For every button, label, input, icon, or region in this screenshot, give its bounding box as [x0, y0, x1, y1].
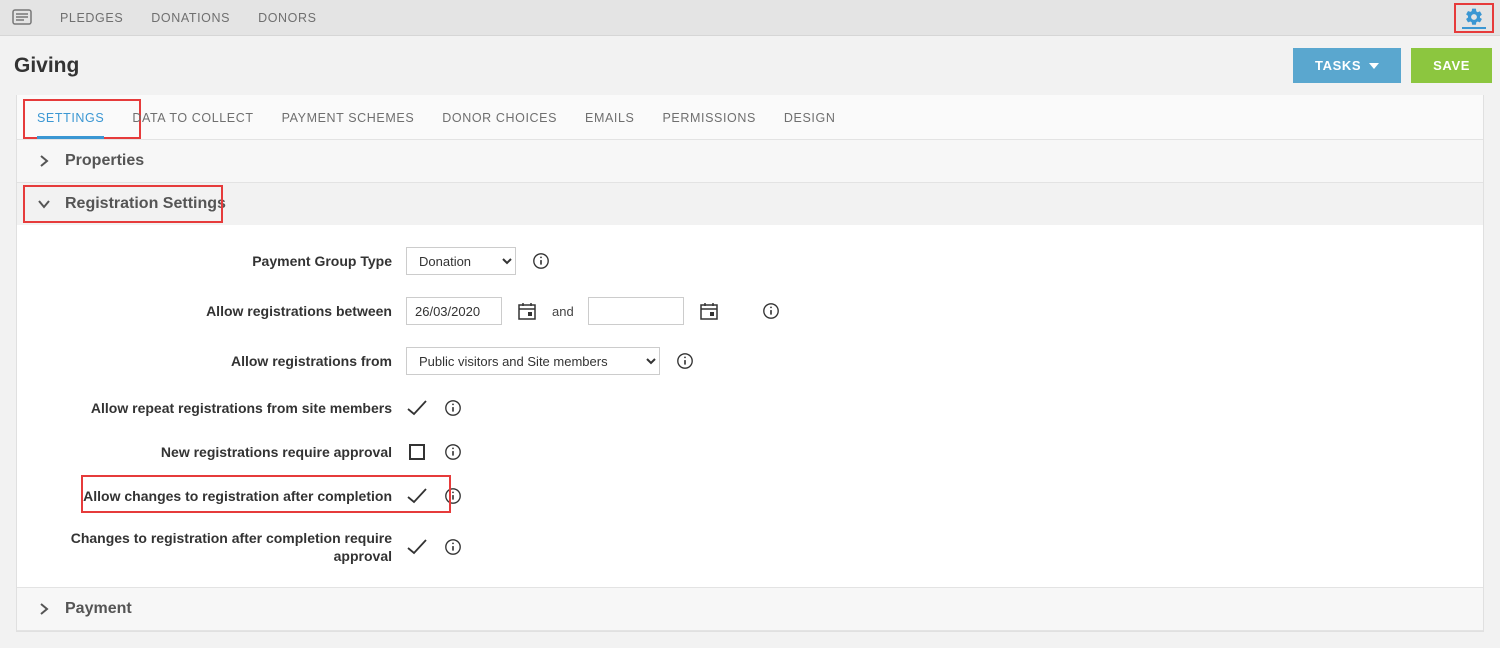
info-icon[interactable] — [442, 441, 464, 463]
app-menu-icon[interactable] — [12, 9, 32, 27]
top-nav-bar: PLEDGES DONATIONS DONORS — [0, 0, 1500, 36]
payment-group-type-label: Payment Group Type — [37, 252, 392, 270]
tasks-button-label: TASKS — [1315, 58, 1361, 73]
info-icon[interactable] — [674, 350, 696, 372]
chevron-down-icon — [1369, 63, 1379, 69]
settings-tabs: SETTINGS DATA TO COLLECT PAYMENT SCHEMES… — [17, 95, 1483, 140]
section-payment-header[interactable]: Payment — [17, 588, 1483, 630]
tasks-button[interactable]: TASKS — [1293, 48, 1401, 83]
section-registration: Registration Settings Payment Group Type… — [17, 183, 1483, 588]
info-icon[interactable] — [442, 397, 464, 419]
changes-approval-label: Changes to registration after completion… — [37, 529, 392, 565]
section-properties-header[interactable]: Properties — [17, 140, 1483, 182]
allow-between-label: Allow registrations between — [37, 302, 392, 320]
chevron-right-icon — [37, 155, 51, 167]
allow-from-select[interactable]: Public visitors and Site members — [406, 347, 660, 375]
calendar-icon[interactable] — [516, 300, 538, 322]
chevron-down-icon — [37, 199, 51, 209]
info-icon[interactable] — [760, 300, 782, 322]
changes-checkbox[interactable] — [406, 485, 428, 507]
section-properties-title: Properties — [65, 152, 144, 170]
gear-underline — [1462, 27, 1486, 29]
section-registration-header[interactable]: Registration Settings — [17, 183, 1483, 225]
and-label: and — [552, 304, 574, 319]
tab-design[interactable]: DESIGN — [784, 95, 836, 139]
tab-emails[interactable]: EMAILS — [585, 95, 634, 139]
page-header: Giving TASKS SAVE — [0, 36, 1500, 95]
nav-pledges[interactable]: PLEDGES — [60, 11, 123, 25]
changes-label: Allow changes to registration after comp… — [37, 487, 392, 505]
tab-permissions[interactable]: PERMISSIONS — [662, 95, 755, 139]
allow-between-to-input[interactable] — [588, 297, 684, 325]
repeat-label: Allow repeat registrations from site mem… — [37, 399, 392, 417]
payment-group-type-select[interactable]: Donation — [406, 247, 516, 275]
info-icon[interactable] — [442, 536, 464, 558]
allow-from-label: Allow registrations from — [37, 352, 392, 370]
approval-label: New registrations require approval — [37, 443, 392, 461]
save-button[interactable]: SAVE — [1411, 48, 1492, 83]
settings-gear-highlight — [1454, 3, 1494, 33]
section-registration-body: Payment Group Type Donation Allow regist… — [17, 225, 1483, 587]
tab-settings[interactable]: SETTINGS — [37, 95, 104, 139]
section-payment-title: Payment — [65, 600, 132, 618]
allow-between-from-input[interactable] — [406, 297, 502, 325]
nav-donors[interactable]: DONORS — [258, 11, 316, 25]
tab-donor-choices[interactable]: DONOR CHOICES — [442, 95, 557, 139]
info-icon[interactable] — [442, 485, 464, 507]
section-payment: Payment — [17, 588, 1483, 631]
calendar-icon[interactable] — [698, 300, 720, 322]
tab-data-to-collect[interactable]: DATA TO COLLECT — [132, 95, 253, 139]
section-properties: Properties — [17, 140, 1483, 183]
tab-payment-schemes[interactable]: PAYMENT SCHEMES — [282, 95, 415, 139]
chevron-right-icon — [37, 603, 51, 615]
section-registration-title: Registration Settings — [65, 195, 226, 213]
info-icon[interactable] — [530, 250, 552, 272]
page-title: Giving — [14, 54, 79, 78]
approval-checkbox[interactable] — [406, 441, 428, 463]
nav-donations[interactable]: DONATIONS — [151, 11, 230, 25]
save-button-label: SAVE — [1433, 58, 1470, 73]
repeat-checkbox[interactable] — [406, 397, 428, 419]
checkbox-empty-icon — [409, 444, 425, 460]
changes-approval-checkbox[interactable] — [406, 536, 428, 558]
